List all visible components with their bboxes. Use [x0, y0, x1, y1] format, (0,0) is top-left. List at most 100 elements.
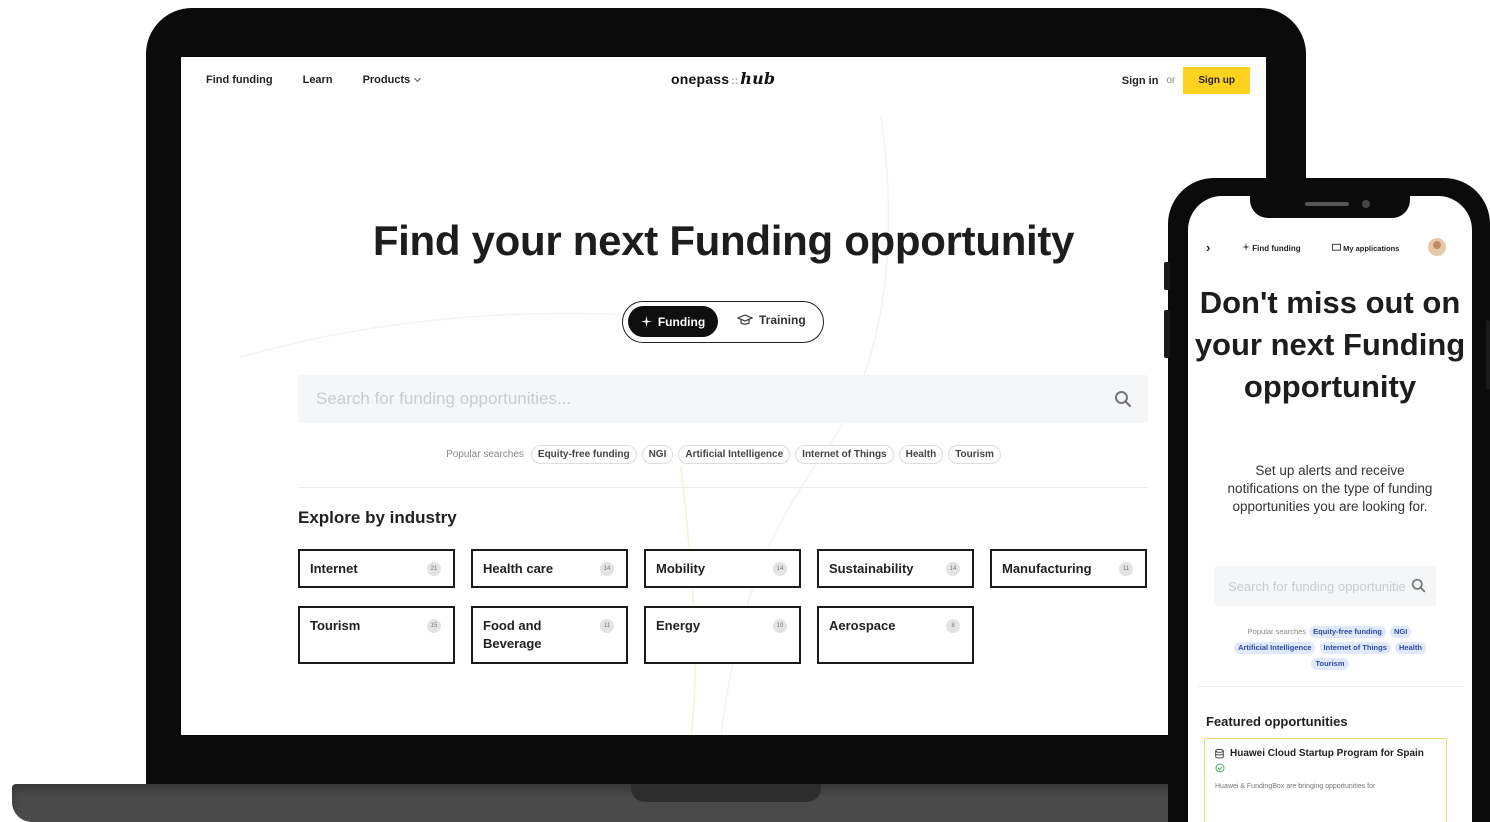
folder-icon [1332, 243, 1341, 251]
phone-chip-artificial-intelligence[interactable]: Artificial Intelligence [1234, 642, 1316, 654]
industry-label: Aerospace [829, 618, 896, 633]
featured-title: Featured opportunities [1206, 714, 1348, 729]
device-mockup: Find funding Learn Products onepass:: hub… [0, 0, 1490, 822]
nav-products-label: Products [362, 74, 411, 86]
industry-label: Energy [656, 618, 701, 633]
industry-label: Internet [310, 561, 358, 576]
check-circle-icon [1215, 763, 1225, 773]
nav-find-funding[interactable]: Find funding [206, 74, 273, 86]
phone-side-button [1164, 310, 1170, 358]
phone-chip-equity-free-funding[interactable]: Equity-free funding [1309, 626, 1386, 638]
phone-speaker [1305, 202, 1349, 206]
divider [298, 487, 1148, 488]
phone-chip-ngi[interactable]: NGI [1389, 626, 1412, 638]
chip-health[interactable]: Health [898, 445, 944, 464]
industry-card-mobility[interactable]: Mobility 14 [644, 549, 801, 588]
tab-training[interactable]: Training [737, 313, 806, 327]
mode-toggle: Funding Training [622, 301, 824, 343]
chip-tourism[interactable]: Tourism [948, 445, 1001, 464]
phone-side-button [1164, 262, 1170, 290]
phone-popular-label: Popular searches [1247, 627, 1307, 636]
explore-title: Explore by industry [298, 508, 457, 527]
nav-learn[interactable]: Learn [303, 74, 333, 86]
popular-searches: Popular searches Equity-free funding NGI… [181, 445, 1266, 464]
or-text: or [1166, 75, 1176, 86]
phone-search-bar [1214, 566, 1436, 606]
graduation-cap-icon [737, 314, 753, 325]
search-icon[interactable] [1114, 390, 1132, 408]
laptop-base [12, 784, 1212, 822]
industry-count-badge: 11 [1119, 562, 1133, 576]
laptop-screen: Find funding Learn Products onepass:: hub… [181, 57, 1266, 735]
search-bar [298, 375, 1148, 423]
industry-count-badge: 10 [773, 619, 787, 633]
phone-search-input[interactable] [1228, 566, 1406, 606]
logo-script: hub [740, 69, 776, 88]
industry-card-energy[interactable]: Energy 10 [644, 606, 801, 664]
industry-card-health-care[interactable]: Health care 14 [471, 549, 628, 588]
industry-card-internet[interactable]: Internet 21 [298, 549, 455, 588]
nav-links: Find funding Learn Products [206, 74, 422, 86]
tab-funding[interactable]: Funding [628, 306, 718, 337]
industry-count-badge: 21 [427, 562, 441, 576]
phone-nav-find-funding-label: Find funding [1252, 244, 1301, 253]
industry-card-sustainability[interactable]: Sustainability 14 [817, 549, 974, 588]
phone-chip-health[interactable]: Health [1394, 642, 1426, 654]
phone-notch [1250, 194, 1410, 218]
chip-internet-of-things[interactable]: Internet of Things [795, 445, 894, 464]
phone-logo[interactable]: › [1206, 240, 1210, 255]
phone-camera [1362, 200, 1370, 208]
industry-count-badge: 14 [600, 562, 614, 576]
industry-count-badge: 11 [600, 619, 614, 633]
search-icon[interactable] [1411, 578, 1426, 593]
phone-chip-internet-of-things[interactable]: Internet of Things [1319, 642, 1391, 654]
opportunity-title-row: Huawei Cloud Startup Program for Spain [1215, 748, 1424, 759]
sign-up-button[interactable]: Sign up [1183, 67, 1250, 94]
phone-side-button [1486, 320, 1490, 390]
sparkle-icon [640, 316, 652, 327]
opportunity-description: Huawei & FundingBox are bringing opportu… [1215, 783, 1376, 790]
industry-count-badge: 14 [946, 562, 960, 576]
opportunity-card[interactable]: Huawei Cloud Startup Program for Spain H… [1204, 738, 1447, 822]
chip-artificial-intelligence[interactable]: Artificial Intelligence [678, 445, 791, 464]
nav-products[interactable]: Products [362, 74, 422, 86]
database-icon [1215, 748, 1224, 758]
avatar[interactable] [1428, 238, 1446, 256]
industry-card-tourism[interactable]: Tourism 15 [298, 606, 455, 664]
industry-label: Tourism [310, 618, 361, 633]
industry-label: Food and Beverage [483, 618, 542, 651]
tab-training-label: Training [759, 313, 806, 327]
industry-card-food-and-beverage[interactable]: Food and Beverage 11 [471, 606, 628, 664]
search-input[interactable] [316, 375, 1096, 423]
industry-card-manufacturing[interactable]: Manufacturing 11 [990, 549, 1147, 588]
phone-screen: › Find funding My applications Don't mis… [1188, 196, 1472, 822]
industry-count-badge: 15 [427, 619, 441, 633]
industry-label: Health care [483, 561, 554, 576]
laptop-notch [631, 784, 821, 802]
chip-equity-free-funding[interactable]: Equity-free funding [530, 445, 637, 464]
industry-label: Mobility [656, 561, 706, 576]
phone-divider [1198, 686, 1464, 687]
phone-chip-tourism[interactable]: Tourism [1311, 658, 1349, 670]
popular-label: Popular searches [446, 449, 524, 460]
sign-in-link[interactable]: Sign in [1122, 75, 1159, 87]
tab-funding-label: Funding [657, 314, 706, 329]
auth-actions: Sign in or Sign up [1122, 67, 1250, 94]
logo[interactable]: onepass:: hub [671, 69, 775, 88]
industry-count-badge: 8 [946, 619, 960, 633]
phone-hero-description: Set up alerts and receive notifications … [1227, 463, 1433, 514]
hero-title: Find your next Funding opportunity [372, 217, 1075, 264]
top-nav: Find funding Learn Products onepass:: hub… [181, 57, 1266, 105]
phone-popular-searches: Popular searches Equity-free funding NGI… [1218, 624, 1442, 672]
phone-nav-my-applications[interactable]: My applications [1332, 243, 1399, 253]
industry-label: Sustainability [829, 561, 914, 576]
industry-card-aerospace[interactable]: Aerospace 8 [817, 606, 974, 664]
phone-nav-my-applications-label: My applications [1343, 244, 1400, 253]
phone-nav: › Find funding My applications [1188, 238, 1472, 260]
industry-label: Manufacturing [1002, 561, 1092, 576]
chip-ngi[interactable]: NGI [641, 445, 674, 464]
logo-brand: onepass [671, 71, 730, 87]
sparkle-icon [1242, 243, 1250, 251]
phone-nav-find-funding[interactable]: Find funding [1242, 243, 1301, 253]
logo-separator: :: [731, 76, 739, 87]
